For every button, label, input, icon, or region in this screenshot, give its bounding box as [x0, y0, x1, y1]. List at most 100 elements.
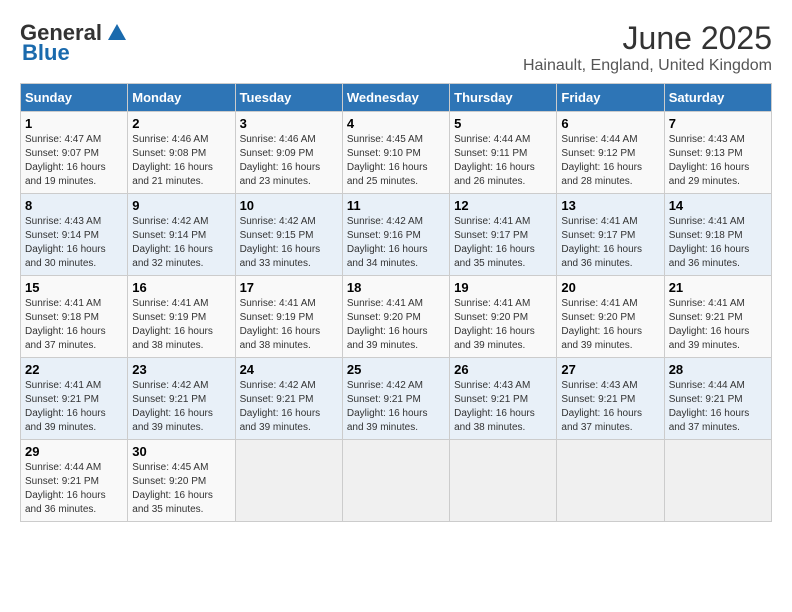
calendar-cell: 15Sunrise: 4:41 AMSunset: 9:18 PMDayligh… [21, 276, 128, 358]
calendar-cell: 14 Sunrise: 4:41 AMSunset: 9:18 PMDayligh… [664, 194, 771, 276]
day-number: 15 [25, 280, 123, 295]
day-info: Sunrise: 4:45 AMSunset: 9:20 PMDaylight:… [132, 461, 230, 517]
day-number: 23 [132, 362, 230, 377]
calendar-cell: 21 Sunrise: 4:41 AMSunset: 9:21 PMDayligh… [664, 276, 771, 358]
calendar-cell [450, 440, 557, 522]
header-thursday: Thursday [450, 84, 557, 112]
header-tuesday: Tuesday [235, 84, 342, 112]
header-sunday: Sunday [21, 84, 128, 112]
calendar-week-row: 29Sunrise: 4:44 AMSunset: 9:21 PMDayligh… [21, 440, 772, 522]
calendar-cell: 2Sunrise: 4:46 AMSunset: 9:08 PMDaylight… [128, 112, 235, 194]
day-number: 18 [347, 280, 445, 295]
day-number: 14 [669, 198, 767, 213]
day-number: 22 [25, 362, 123, 377]
day-info: Sunrise: 4:41 AMSunset: 9:19 PMDaylight:… [132, 297, 230, 353]
day-number: 8 [25, 198, 123, 213]
calendar-week-row: 8 Sunrise: 4:43 AMSunset: 9:14 PMDaylight… [21, 194, 772, 276]
day-info: Sunrise: 4:41 AMSunset: 9:21 PMDaylight:… [669, 297, 767, 353]
day-number: 21 [669, 280, 767, 295]
calendar-cell: 22 Sunrise: 4:41 AMSunset: 9:21 PMDayligh… [21, 358, 128, 440]
calendar-week-row: 1 Sunrise: 4:47 AMSunset: 9:07 PMDaylight… [21, 112, 772, 194]
calendar-cell: 3 Sunrise: 4:46 AMSunset: 9:09 PMDaylight… [235, 112, 342, 194]
day-number: 11 [347, 198, 445, 213]
day-info: Sunrise: 4:41 AMSunset: 9:20 PMDaylight:… [347, 297, 445, 353]
day-info: Sunrise: 4:43 AMSunset: 9:21 PMDaylight:… [454, 379, 552, 435]
day-info: Sunrise: 4:44 AMSunset: 9:21 PMDaylight:… [669, 379, 767, 435]
calendar-cell: 23Sunrise: 4:42 AMSunset: 9:21 PMDayligh… [128, 358, 235, 440]
day-number: 25 [347, 362, 445, 377]
title-block: June 2025 Hainault, England, United King… [523, 20, 772, 75]
calendar-cell: 28 Sunrise: 4:44 AMSunset: 9:21 PMDayligh… [664, 358, 771, 440]
calendar-cell: 13 Sunrise: 4:41 AMSunset: 9:17 PMDayligh… [557, 194, 664, 276]
calendar-cell: 30 Sunrise: 4:45 AMSunset: 9:20 PMDayligh… [128, 440, 235, 522]
day-info: Sunrise: 4:42 AMSunset: 9:16 PMDaylight:… [347, 215, 445, 271]
calendar-cell: 18 Sunrise: 4:41 AMSunset: 9:20 PMDayligh… [342, 276, 449, 358]
day-number: 26 [454, 362, 552, 377]
day-number: 7 [669, 116, 767, 131]
day-number: 29 [25, 444, 123, 459]
calendar-cell: 26 Sunrise: 4:43 AMSunset: 9:21 PMDayligh… [450, 358, 557, 440]
day-number: 17 [240, 280, 338, 295]
day-info: Sunrise: 4:42 AMSunset: 9:21 PMDaylight:… [240, 379, 338, 435]
calendar-cell: 17 Sunrise: 4:41 AMSunset: 9:19 PMDayligh… [235, 276, 342, 358]
calendar-cell: 24 Sunrise: 4:42 AMSunset: 9:21 PMDayligh… [235, 358, 342, 440]
day-number: 5 [454, 116, 552, 131]
day-info: Sunrise: 4:41 AMSunset: 9:21 PMDaylight:… [25, 379, 123, 435]
calendar-cell: 11 Sunrise: 4:42 AMSunset: 9:16 PMDayligh… [342, 194, 449, 276]
calendar-cell: 5 Sunrise: 4:44 AMSunset: 9:11 PMDaylight… [450, 112, 557, 194]
day-info: Sunrise: 4:44 AMSunset: 9:12 PMDaylight:… [561, 133, 659, 189]
calendar-cell: 25Sunrise: 4:42 AMSunset: 9:21 PMDayligh… [342, 358, 449, 440]
header-friday: Friday [557, 84, 664, 112]
calendar-cell: 4Sunrise: 4:45 AMSunset: 9:10 PMDaylight… [342, 112, 449, 194]
calendar-header-row: SundayMondayTuesdayWednesdayThursdayFrid… [21, 84, 772, 112]
calendar-week-row: 22 Sunrise: 4:41 AMSunset: 9:21 PMDayligh… [21, 358, 772, 440]
day-number: 1 [25, 116, 123, 131]
day-number: 3 [240, 116, 338, 131]
day-info: Sunrise: 4:46 AMSunset: 9:09 PMDaylight:… [240, 133, 338, 189]
calendar-cell: 16 Sunrise: 4:41 AMSunset: 9:19 PMDayligh… [128, 276, 235, 358]
day-number: 6 [561, 116, 659, 131]
calendar-cell: 19Sunrise: 4:41 AMSunset: 9:20 PMDayligh… [450, 276, 557, 358]
day-info: Sunrise: 4:42 AMSunset: 9:14 PMDaylight:… [132, 215, 230, 271]
calendar-cell [342, 440, 449, 522]
calendar-cell: 1 Sunrise: 4:47 AMSunset: 9:07 PMDaylight… [21, 112, 128, 194]
header-wednesday: Wednesday [342, 84, 449, 112]
calendar-cell: 6 Sunrise: 4:44 AMSunset: 9:12 PMDaylight… [557, 112, 664, 194]
day-info: Sunrise: 4:41 AMSunset: 9:17 PMDaylight:… [454, 215, 552, 271]
day-info: Sunrise: 4:41 AMSunset: 9:18 PMDaylight:… [669, 215, 767, 271]
day-info: Sunrise: 4:43 AMSunset: 9:21 PMDaylight:… [561, 379, 659, 435]
day-number: 13 [561, 198, 659, 213]
day-info: Sunrise: 4:45 AMSunset: 9:10 PMDaylight:… [347, 133, 445, 189]
calendar-cell: 29Sunrise: 4:44 AMSunset: 9:21 PMDayligh… [21, 440, 128, 522]
logo-icon [106, 22, 128, 44]
calendar-cell: 10 Sunrise: 4:42 AMSunset: 9:15 PMDayligh… [235, 194, 342, 276]
calendar-week-row: 15Sunrise: 4:41 AMSunset: 9:18 PMDayligh… [21, 276, 772, 358]
day-info: Sunrise: 4:41 AMSunset: 9:20 PMDaylight:… [561, 297, 659, 353]
calendar-subtitle: Hainault, England, United Kingdom [523, 57, 772, 75]
day-info: Sunrise: 4:41 AMSunset: 9:17 PMDaylight:… [561, 215, 659, 271]
day-number: 28 [669, 362, 767, 377]
calendar-table: SundayMondayTuesdayWednesdayThursdayFrid… [20, 83, 772, 522]
header-saturday: Saturday [664, 84, 771, 112]
day-number: 12 [454, 198, 552, 213]
calendar-cell: 27 Sunrise: 4:43 AMSunset: 9:21 PMDayligh… [557, 358, 664, 440]
calendar-cell: 20Sunrise: 4:41 AMSunset: 9:20 PMDayligh… [557, 276, 664, 358]
day-number: 27 [561, 362, 659, 377]
day-number: 9 [132, 198, 230, 213]
day-info: Sunrise: 4:44 AMSunset: 9:11 PMDaylight:… [454, 133, 552, 189]
day-number: 30 [132, 444, 230, 459]
day-number: 16 [132, 280, 230, 295]
day-info: Sunrise: 4:42 AMSunset: 9:15 PMDaylight:… [240, 215, 338, 271]
day-info: Sunrise: 4:43 AMSunset: 9:13 PMDaylight:… [669, 133, 767, 189]
calendar-cell [664, 440, 771, 522]
day-info: Sunrise: 4:41 AMSunset: 9:19 PMDaylight:… [240, 297, 338, 353]
day-number: 24 [240, 362, 338, 377]
calendar-cell [557, 440, 664, 522]
calendar-cell: 9 Sunrise: 4:42 AMSunset: 9:14 PMDaylight… [128, 194, 235, 276]
day-info: Sunrise: 4:47 AMSunset: 9:07 PMDaylight:… [25, 133, 123, 189]
day-number: 10 [240, 198, 338, 213]
day-info: Sunrise: 4:43 AMSunset: 9:14 PMDaylight:… [25, 215, 123, 271]
page-header: General Blue June 2025 Hainault, England… [20, 20, 772, 75]
calendar-cell: 12 Sunrise: 4:41 AMSunset: 9:17 PMDayligh… [450, 194, 557, 276]
calendar-cell: 7 Sunrise: 4:43 AMSunset: 9:13 PMDaylight… [664, 112, 771, 194]
